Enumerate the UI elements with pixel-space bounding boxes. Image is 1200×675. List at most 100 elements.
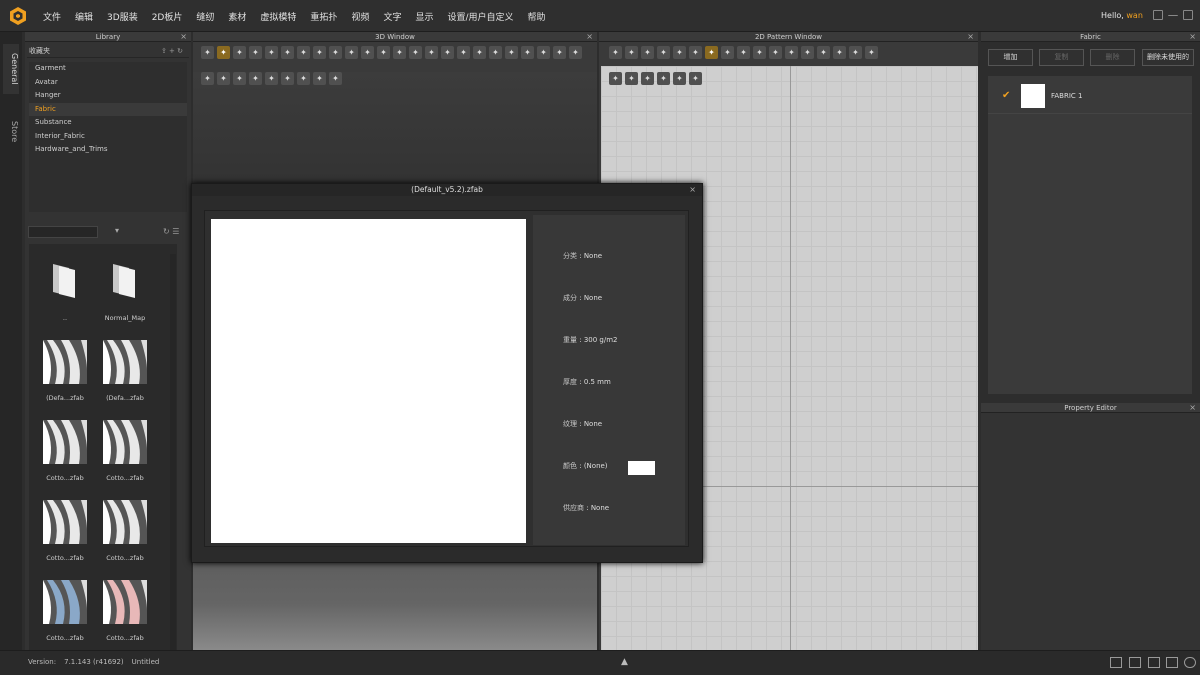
- window-menu-icon[interactable]: [1153, 10, 1163, 20]
- delete-fabric-button[interactable]: 删除: [1090, 49, 1135, 66]
- tool-icon[interactable]: ✦: [473, 46, 486, 59]
- tool-icon[interactable]: ✦: [233, 46, 246, 59]
- tool-icon[interactable]: ✦: [313, 72, 326, 85]
- tool-icon[interactable]: ✦: [673, 46, 686, 59]
- library-item[interactable]: Cotto...zfab: [35, 500, 95, 575]
- tool-icon[interactable]: ✦: [705, 46, 718, 59]
- tab-store[interactable]: Store: [3, 112, 19, 152]
- close-icon[interactable]: ×: [967, 32, 974, 42]
- copy-fabric-button[interactable]: 复制: [1039, 49, 1084, 66]
- library-item[interactable]: Cotto...zfab: [35, 420, 95, 495]
- menu-item[interactable]: 虚拟模特: [260, 10, 296, 23]
- library-item[interactable]: Normal_Map: [95, 260, 155, 335]
- tool-icon[interactable]: ✦: [201, 46, 214, 59]
- tool-icon[interactable]: ✦: [425, 46, 438, 59]
- tool-icon[interactable]: ✦: [233, 72, 246, 85]
- tool-icon[interactable]: ✦: [217, 72, 230, 85]
- tool-icon[interactable]: ✦: [441, 46, 454, 59]
- tool-icon[interactable]: ✦: [313, 46, 326, 59]
- delete-unused-button[interactable]: 删除未使用的: [1142, 49, 1194, 66]
- layout-split-icon[interactable]: [1129, 657, 1141, 668]
- close-icon[interactable]: ×: [1189, 32, 1196, 42]
- tool-icon[interactable]: ✦: [849, 46, 862, 59]
- tool-icon[interactable]: ✦: [537, 46, 550, 59]
- library-search-input[interactable]: [28, 226, 98, 238]
- library-item[interactable]: ..: [35, 260, 95, 335]
- favorites-tools-icon[interactable]: ⇪ + ↻: [161, 44, 183, 58]
- tool-icon[interactable]: ✦: [609, 72, 622, 85]
- library-tree-item[interactable]: Hardware_and_Trims: [29, 143, 187, 157]
- tab-general[interactable]: General: [3, 44, 19, 94]
- tool-icon[interactable]: ✦: [721, 46, 734, 59]
- tool-icon[interactable]: ✦: [217, 46, 230, 59]
- close-icon[interactable]: ×: [689, 184, 696, 196]
- layout-3d-icon[interactable]: [1148, 657, 1160, 668]
- tool-icon[interactable]: ✦: [753, 46, 766, 59]
- minimize-icon[interactable]: [1168, 10, 1178, 16]
- tool-icon[interactable]: ✦: [265, 46, 278, 59]
- library-item[interactable]: (Defa...zfab: [35, 340, 95, 415]
- tool-icon[interactable]: ✦: [625, 72, 638, 85]
- close-icon[interactable]: ×: [586, 32, 593, 42]
- menu-item[interactable]: 素材: [228, 10, 246, 23]
- menu-item[interactable]: 编辑: [75, 10, 93, 23]
- tool-icon[interactable]: ✦: [201, 72, 214, 85]
- menu-item[interactable]: 重拓扑: [310, 10, 337, 23]
- library-tree-item[interactable]: Hanger: [29, 89, 187, 103]
- tool-icon[interactable]: ✦: [609, 46, 622, 59]
- tool-icon[interactable]: ✦: [281, 46, 294, 59]
- fabric-list-item[interactable]: ✔ FABRIC 1: [988, 82, 1192, 114]
- greeting[interactable]: Hello, wan: [1101, 11, 1143, 20]
- tool-icon[interactable]: ✦: [361, 46, 374, 59]
- chevron-down-icon[interactable]: ▾: [115, 226, 119, 235]
- menu-item[interactable]: 2D板片: [152, 10, 183, 23]
- menu-item[interactable]: 文字: [383, 10, 401, 23]
- tool-icon[interactable]: ✦: [865, 46, 878, 59]
- tool-icon[interactable]: ✦: [737, 46, 750, 59]
- layout-single-icon[interactable]: [1110, 657, 1122, 668]
- library-tree-item[interactable]: Avatar: [29, 76, 187, 90]
- tool-icon[interactable]: ✦: [553, 46, 566, 59]
- tool-icon[interactable]: ✦: [625, 46, 638, 59]
- tool-icon[interactable]: ✦: [657, 46, 670, 59]
- app-logo-icon[interactable]: [8, 6, 28, 26]
- settings-icon[interactable]: [1184, 657, 1196, 668]
- tool-icon[interactable]: ✦: [393, 46, 406, 59]
- tool-icon[interactable]: ✦: [377, 46, 390, 59]
- tool-icon[interactable]: ✦: [689, 72, 702, 85]
- expand-up-icon[interactable]: ▲: [621, 657, 628, 667]
- library-tree-item[interactable]: Fabric: [29, 102, 187, 116]
- library-tree-item[interactable]: Substance: [29, 116, 187, 130]
- tool-icon[interactable]: ✦: [281, 72, 294, 85]
- tool-icon[interactable]: ✦: [641, 72, 654, 85]
- library-tree-item[interactable]: Garment: [29, 62, 187, 76]
- menu-item[interactable]: 帮助: [528, 10, 546, 23]
- tool-icon[interactable]: ✦: [801, 46, 814, 59]
- tool-icon[interactable]: ✦: [265, 72, 278, 85]
- menu-item[interactable]: 设置/用户自定义: [447, 10, 513, 23]
- tool-icon[interactable]: ✦: [457, 46, 470, 59]
- close-icon[interactable]: ×: [1189, 403, 1196, 413]
- menu-item[interactable]: 视频: [351, 10, 369, 23]
- refresh-icon[interactable]: ↻ ☰: [163, 227, 179, 236]
- menu-item[interactable]: 3D服装: [107, 10, 138, 23]
- tool-icon[interactable]: ✦: [297, 46, 310, 59]
- tool-icon[interactable]: ✦: [817, 46, 830, 59]
- tool-icon[interactable]: ✦: [673, 72, 686, 85]
- tool-icon[interactable]: ✦: [505, 46, 518, 59]
- tool-icon[interactable]: ✦: [785, 46, 798, 59]
- tool-icon[interactable]: ✦: [329, 72, 342, 85]
- tool-icon[interactable]: ✦: [657, 72, 670, 85]
- tool-icon[interactable]: ✦: [409, 46, 422, 59]
- menu-item[interactable]: 文件: [43, 10, 61, 23]
- menu-item[interactable]: 缝纫: [196, 10, 214, 23]
- tool-icon[interactable]: ✦: [345, 46, 358, 59]
- tool-icon[interactable]: ✦: [249, 46, 262, 59]
- layout-quad-icon[interactable]: [1166, 657, 1178, 668]
- tool-icon[interactable]: ✦: [569, 46, 582, 59]
- library-item[interactable]: Cotto...zfab: [95, 500, 155, 575]
- add-fabric-button[interactable]: 增加: [988, 49, 1033, 66]
- tool-icon[interactable]: ✦: [521, 46, 534, 59]
- library-item[interactable]: (Defa...zfab: [95, 340, 155, 415]
- tool-icon[interactable]: ✦: [489, 46, 502, 59]
